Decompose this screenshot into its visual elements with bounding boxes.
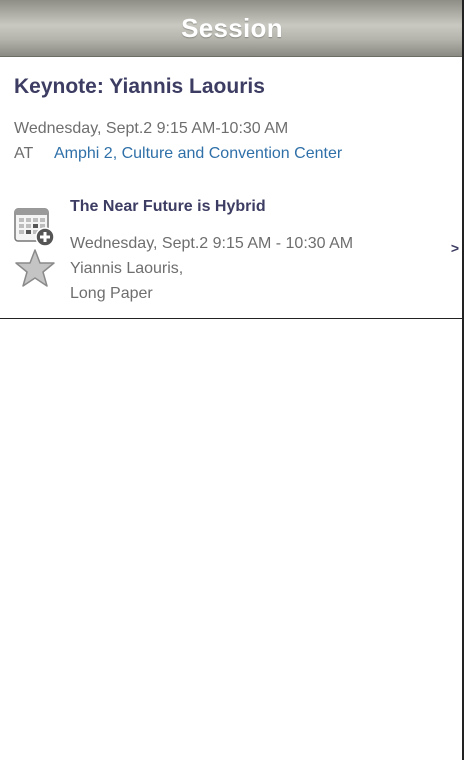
presentation-type: Long Paper <box>70 285 153 302</box>
session-title: Keynote: Yiannis Laouris <box>14 75 265 98</box>
presentation-title: The Near Future is Hybrid <box>70 198 266 215</box>
presentation-item[interactable]: The Near Future is Hybrid Wednesday, Sep… <box>0 190 462 319</box>
presentation-time: Wednesday, Sept.2 9:15 AM - 10:30 AM <box>70 235 354 252</box>
star-icon[interactable] <box>14 248 56 290</box>
calendar-add-icon[interactable] <box>14 208 56 248</box>
session-time: Wednesday, Sept.2 9:15 AM-10:30 AM <box>14 120 289 137</box>
session-location-row: AT Amphi 2, Culture and Convention Cente… <box>14 145 342 163</box>
chevron-right-icon: > <box>450 240 459 256</box>
page-title: Session <box>181 13 283 43</box>
location-link[interactable]: Amphi 2, Culture and Convention Center <box>54 145 342 163</box>
at-label: AT <box>14 145 34 162</box>
presentation-authors: Yiannis Laouris, <box>70 260 184 277</box>
header-bar: Session <box>0 0 464 57</box>
